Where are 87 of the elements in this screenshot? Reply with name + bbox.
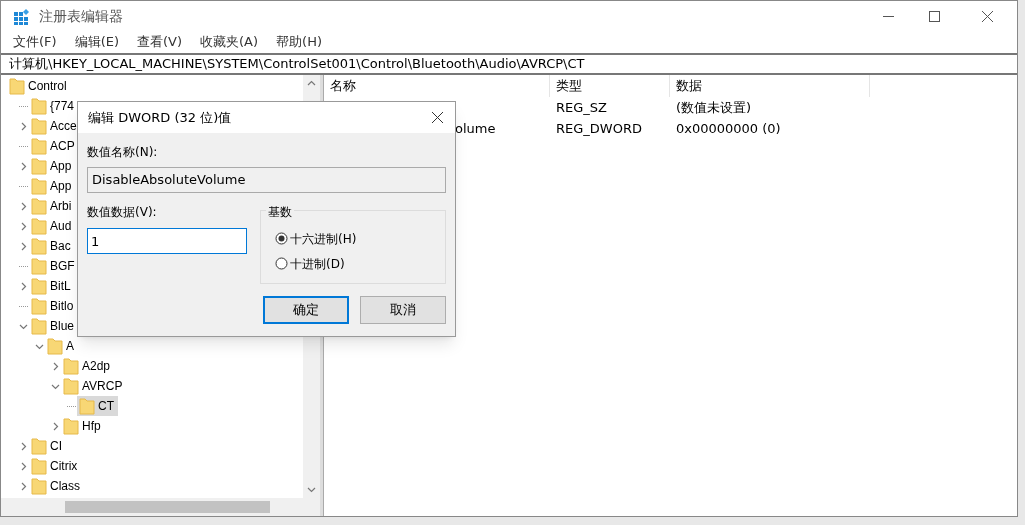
folder-icon <box>9 77 25 95</box>
folder-icon <box>31 117 47 135</box>
folder-icon <box>63 377 79 395</box>
table-cell-text: (数值未设置) <box>675 98 753 117</box>
folder-icon <box>63 357 79 375</box>
tree-item[interactable]: Class <box>29 476 84 496</box>
folder-icon <box>31 457 47 475</box>
tree-item[interactable]: CI <box>29 436 66 456</box>
chevron-right-icon[interactable] <box>51 421 60 431</box>
chevron-right-icon[interactable] <box>19 221 28 231</box>
chevron-right-icon[interactable] <box>51 361 60 371</box>
column-header[interactable]: 类型 <box>550 75 670 97</box>
tree-item[interactable]: App <box>29 176 76 196</box>
address-bar[interactable]: 计算机\HKEY_LOCAL_MACHINE\SYSTEM\ControlSet001\Control\Bluetooth\Audio\AVRCP\CT <box>1 53 1017 75</box>
chevron-right-icon[interactable] <box>19 161 28 171</box>
tree-item[interactable]: Blue <box>29 316 79 336</box>
chevron-up-icon[interactable] <box>307 79 316 88</box>
folder-icon <box>31 97 47 115</box>
tree-item[interactable]: Bac <box>29 236 75 256</box>
scrollbar-thumb[interactable] <box>65 501 270 513</box>
menu-item[interactable]: 文件(F) <box>9 32 61 52</box>
tree-item[interactable]: Bitlo <box>29 296 78 316</box>
table-cell-text: REG_DWORD <box>555 119 643 138</box>
group-label: 基数 <box>266 203 294 221</box>
tree-item[interactable]: CT <box>77 396 118 416</box>
tree-item[interactable]: Hfp <box>61 416 105 436</box>
folder-icon <box>31 157 47 175</box>
tree-item[interactable]: AVRCP <box>61 376 127 396</box>
folder-icon <box>31 197 47 215</box>
folder-icon <box>47 337 63 355</box>
chevron-down-icon[interactable] <box>307 485 316 494</box>
table-cell-text: 0x00000000 (0) <box>675 119 782 138</box>
chevron-right-icon[interactable] <box>19 201 28 211</box>
tree-item[interactable]: A <box>45 336 78 356</box>
tree-item[interactable]: BGF <box>29 256 79 276</box>
chevron-right-icon[interactable] <box>19 241 28 251</box>
value-data-field[interactable]: 1 <box>87 228 247 254</box>
folder-icon <box>31 137 47 155</box>
folder-icon <box>31 437 47 455</box>
folder-icon <box>31 237 47 255</box>
tree-item[interactable]: {774 <box>29 96 79 116</box>
chevron-right-icon[interactable] <box>19 441 28 451</box>
tree-item[interactable]: Aud <box>29 216 76 236</box>
tree-item[interactable]: Control <box>7 76 71 96</box>
folder-icon <box>31 177 47 195</box>
table-cell: olume <box>455 120 496 136</box>
menu-item[interactable]: 编辑(E) <box>70 32 123 52</box>
radio-option[interactable]: 十进制(D) <box>275 254 445 273</box>
chevron-right-icon[interactable] <box>19 121 28 131</box>
tree-item[interactable]: ACP <box>29 136 79 156</box>
folder-icon <box>31 277 47 295</box>
column-header[interactable]: 名称 <box>324 75 550 97</box>
folder-icon <box>31 477 47 495</box>
table-cell-text: REG_SZ <box>555 98 608 117</box>
column-header[interactable]: 数据 <box>670 75 870 97</box>
radio-option[interactable]: 十六进制(H) <box>275 229 445 248</box>
folder-icon <box>31 257 47 275</box>
field-label: 数值名称(N): <box>87 144 159 161</box>
menu-item[interactable]: 帮助(H) <box>272 32 326 52</box>
dialog-title: 编辑 DWORD (32 位)值 <box>88 108 232 127</box>
folder-icon <box>31 317 47 335</box>
tree-item[interactable]: App <box>29 156 76 176</box>
minimize-icon <box>882 15 894 18</box>
menu-item[interactable]: 查看(V) <box>133 32 187 52</box>
field-label: 数值数据(V): <box>87 204 158 221</box>
folder-icon <box>63 417 79 435</box>
folder-icon <box>79 397 95 415</box>
chevron-right-icon[interactable] <box>19 461 28 471</box>
folder-icon <box>31 297 47 315</box>
menu-item[interactable]: 收藏夹(A) <box>196 32 263 52</box>
maximize-icon <box>928 11 940 22</box>
close-icon <box>981 11 993 22</box>
value-name-field: DisableAbsoluteVolume <box>87 167 446 193</box>
tree-item[interactable]: Arbi <box>29 196 76 216</box>
chevron-right-icon[interactable] <box>19 281 28 291</box>
window-title: 注册表编辑器 <box>39 7 123 26</box>
registry-icon <box>13 7 31 26</box>
chevron-right-icon[interactable] <box>19 481 28 491</box>
cancel-button[interactable]: 取消 <box>360 296 446 324</box>
ok-button[interactable]: 确定 <box>263 296 349 324</box>
tree-item[interactable]: Citrix <box>29 456 82 476</box>
tree-item[interactable]: Acce <box>29 116 81 136</box>
tree-item[interactable]: BitL <box>29 276 75 296</box>
horizontal-scrollbar[interactable] <box>1 498 320 516</box>
close-icon <box>431 112 443 123</box>
folder-icon <box>31 217 47 235</box>
tree-item[interactable]: A2dp <box>61 356 115 376</box>
